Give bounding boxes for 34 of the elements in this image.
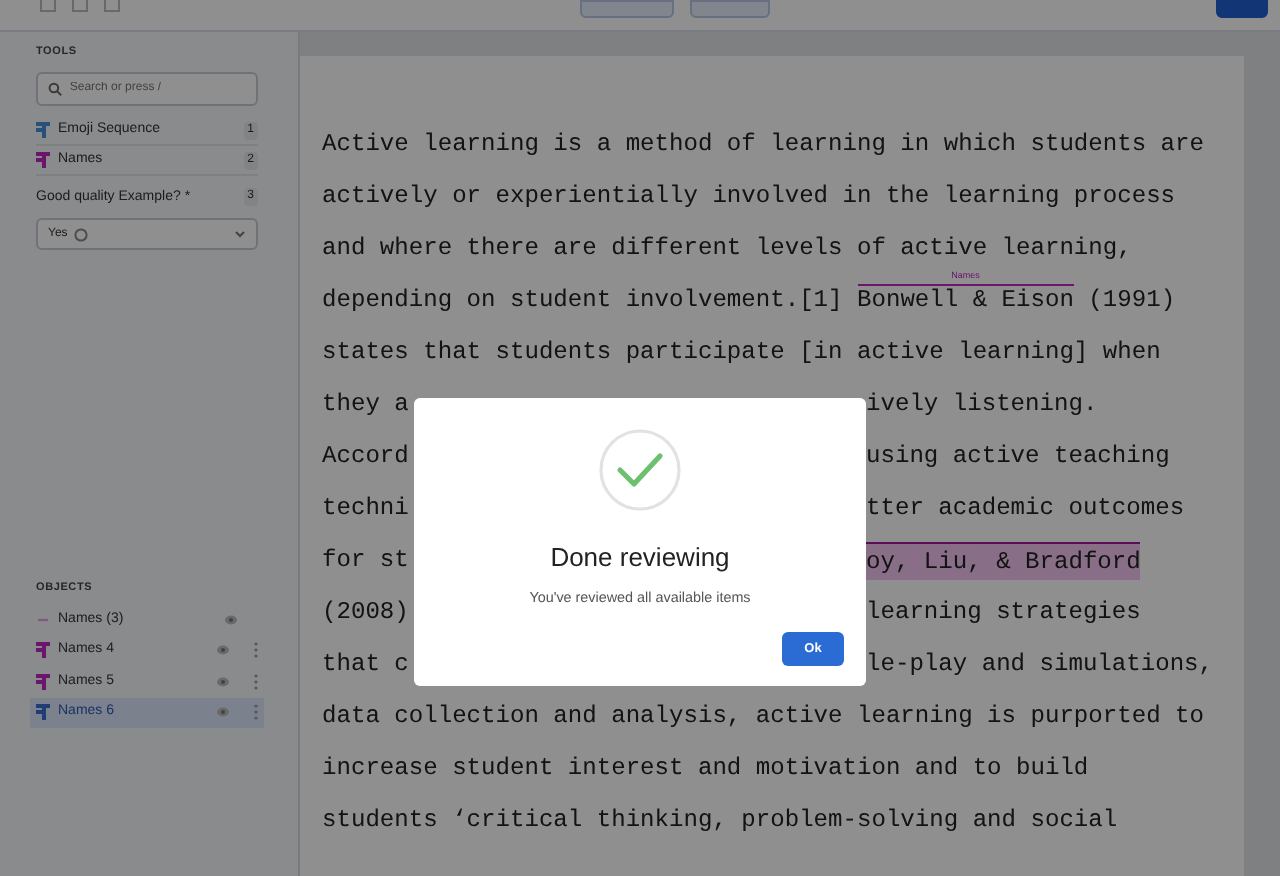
dialog-title: Done reviewing: [550, 540, 730, 576]
text-line: depending on student involvement.[1]: [322, 284, 845, 316]
annotated-text[interactable]: Bonwell & Eison: [857, 284, 1074, 314]
toolbar-button[interactable]: [1216, 0, 1268, 18]
text-line: ively listening.: [866, 388, 1098, 420]
text-line: le-play and simulations,: [866, 648, 1214, 680]
text-line: for st: [322, 546, 409, 574]
eye-icon: [216, 675, 230, 688]
text-line: states that students participate [in active learning] when: [322, 336, 1161, 368]
text-line: using active teaching: [866, 440, 1170, 472]
text-line: Active learning is a method of learning in which students are: [322, 128, 1204, 160]
text-line: Accord: [322, 442, 409, 470]
text-line: that c: [322, 650, 409, 678]
text-line: techni: [322, 494, 409, 522]
text-line: (1991): [1086, 284, 1176, 316]
caret-icon: [234, 230, 246, 239]
text-line: actively or experientially involved in the learning process: [322, 180, 1176, 212]
eye-icon: [224, 613, 238, 626]
toolbar-button[interactable]: [690, 0, 770, 18]
highlighted-text[interactable]: oy, Liu, & Bradford: [866, 541, 1141, 579]
check-icon: [598, 428, 682, 512]
search-icon: [48, 82, 62, 97]
info-icon: [73, 227, 88, 242]
eye-icon: [216, 706, 230, 719]
text-line: (2008): [322, 598, 409, 626]
text-line: they a: [322, 390, 409, 418]
text-line: learning strategies: [866, 596, 1141, 628]
text-line: data collection and analysis, active learning is purported to: [322, 700, 1204, 732]
toolbar-button[interactable]: [580, 0, 674, 18]
text-line: increase student interest and motivation and to build: [322, 752, 1089, 784]
text-line: and where there are different levels of active learning,: [322, 232, 1132, 264]
text-line: students ‘critical thinking, problem-solving and social: [322, 804, 1118, 836]
text-line: tter academic outcomes: [866, 492, 1185, 524]
eye-icon: [216, 644, 230, 657]
